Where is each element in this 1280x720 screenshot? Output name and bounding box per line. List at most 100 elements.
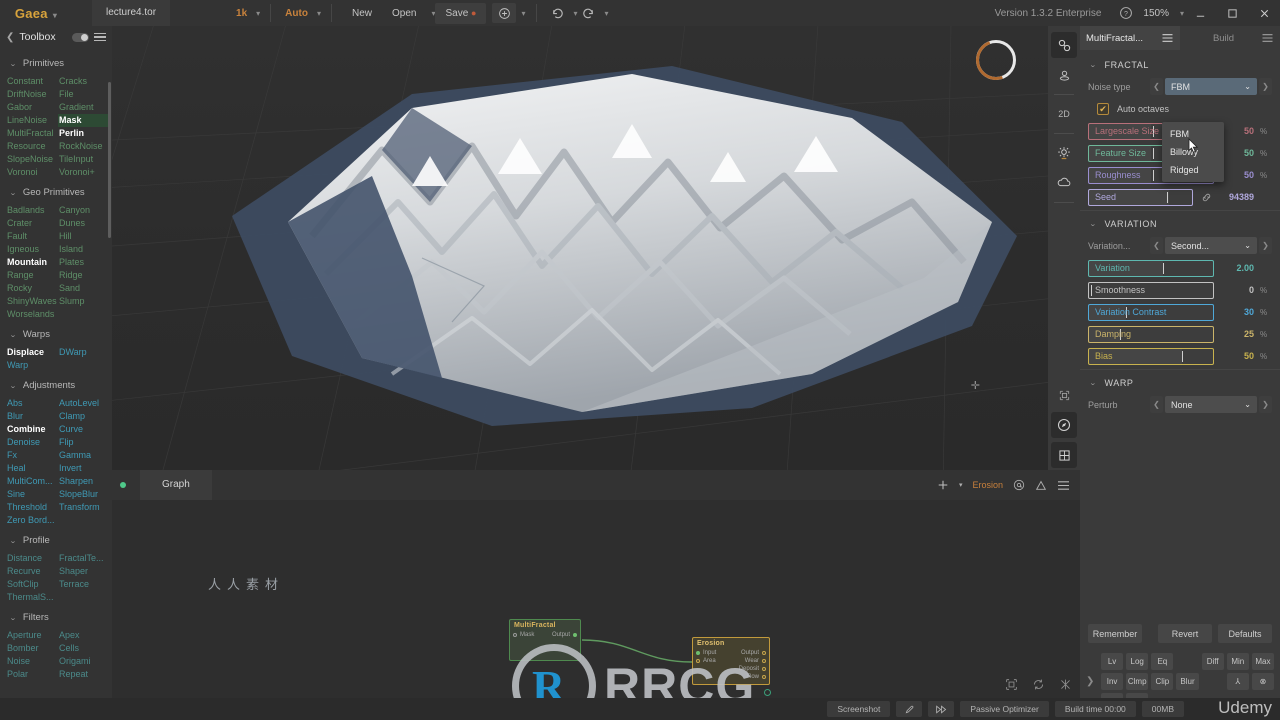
slider-variation-contrast[interactable]: Variation Contrast — [1088, 303, 1214, 321]
prev-value-button[interactable]: ❮ — [1150, 237, 1163, 254]
refresh-button[interactable] — [1032, 678, 1045, 694]
toolbox-group-profile[interactable]: ⌄ Profile — [0, 529, 112, 552]
toolbox-item-shaper[interactable]: Shaper — [58, 565, 110, 578]
dropdown-option-billowy[interactable]: Billowy — [1162, 143, 1224, 161]
toolbox-item-displace[interactable]: Displace — [6, 346, 58, 359]
toolbox-item-slump[interactable]: Slump — [58, 295, 110, 308]
slider-value[interactable]: 94389 — [1220, 192, 1254, 202]
section-header-fractal[interactable]: ⌄ FRACTAL — [1080, 54, 1280, 75]
op-button-diff[interactable]: Diff — [1201, 653, 1224, 670]
toolbox-item-bomber[interactable]: Bomber — [6, 642, 58, 655]
toolbox-item-slopeblur[interactable]: SlopeBlur — [58, 488, 110, 501]
graph-canvas[interactable]: MultiFractal Mask Output Erosion Input O… — [112, 500, 1080, 700]
toolbox-item-perlin[interactable]: Perlin — [58, 127, 110, 140]
viewport-orientation-widget[interactable] — [969, 33, 1023, 87]
toolbox-item-canyon[interactable]: Canyon — [58, 204, 110, 217]
toolbox-item-mountain[interactable]: Mountain — [6, 256, 58, 269]
op-button-blur[interactable]: Blur — [1176, 673, 1199, 690]
toolbox-item-threshold[interactable]: Threshold — [6, 501, 58, 514]
chevron-down-icon[interactable]: ⌄ — [1244, 241, 1251, 250]
toolbox-item-invert[interactable]: Invert — [58, 462, 110, 475]
toolbox-item-origami[interactable]: Origami — [58, 655, 110, 668]
resolution-value[interactable]: 1k — [232, 8, 251, 19]
toolbox-item-badlands[interactable]: Badlands — [6, 204, 58, 217]
slider-damping[interactable]: Damping — [1088, 325, 1214, 343]
toolbox-group-geo-primitives[interactable]: ⌄ Geo Primitives — [0, 181, 112, 204]
chevron-down-icon[interactable]: ▾ — [53, 11, 57, 20]
revert-button[interactable]: Revert — [1158, 624, 1212, 643]
op-button-[interactable]: ⅄ — [1226, 673, 1249, 690]
redo-chevron-down-icon[interactable]: ▾ — [605, 9, 609, 18]
next-value-button[interactable]: ❯ — [1259, 396, 1272, 413]
tab-multifractal-properties[interactable]: MultiFractal... — [1080, 26, 1180, 50]
toolbox-item-sand[interactable]: Sand — [58, 282, 110, 295]
close-button[interactable] — [1248, 0, 1280, 26]
slider-seed[interactable]: Seed — [1088, 188, 1193, 206]
property-row-auto-octaves[interactable]: ✔ Auto octaves — [1080, 98, 1280, 120]
properties-content[interactable]: ⌄ FRACTAL Noise type ❮ FBM ⌄ ❯ FBM Billowy Ridged… — [1080, 50, 1280, 618]
toolbox-item-zero-bord[interactable]: Zero Bord... — [6, 514, 58, 527]
chevron-down-icon[interactable]: ⌄ — [1089, 220, 1097, 228]
section-header-variation[interactable]: ⌄ VARIATION — [1080, 213, 1280, 234]
auto-mode-value[interactable]: Auto — [281, 8, 312, 19]
chevron-down-icon[interactable]: ⌄ — [1244, 82, 1251, 91]
toolbox-item-transform[interactable]: Transform — [58, 501, 110, 514]
toolbox-item-file[interactable]: File — [58, 88, 110, 101]
fast-forward-button[interactable] — [928, 701, 955, 717]
toolbox-item-resource[interactable]: Resource — [6, 140, 58, 153]
toolbox-item-sharpen[interactable]: Sharpen — [58, 475, 110, 488]
screenshot-button[interactable]: Screenshot — [827, 701, 891, 717]
toolbox-item-aperture[interactable]: Aperture — [6, 629, 58, 642]
chevron-down-icon[interactable]: ⌄ — [1244, 400, 1251, 409]
toolbox-item-curve[interactable]: Curve — [58, 423, 110, 436]
chevron-down-icon[interactable]: ⌄ — [9, 614, 17, 622]
toolbox-item-fx[interactable]: Fx — [6, 449, 58, 462]
toolbox-item-voronoi[interactable]: Voronoi — [6, 166, 58, 179]
toolbox-item-rocky[interactable]: Rocky — [6, 282, 58, 295]
rail-item-crop-frame[interactable] — [1051, 382, 1077, 408]
toolbox-groups[interactable]: ⌄ Primitives Constant Cracks DriftNoise File G… — [0, 48, 112, 720]
new-button[interactable]: New — [342, 3, 382, 24]
toolbox-item-terrace[interactable]: Terrace — [58, 578, 110, 591]
toolbox-item-repeat[interactable]: Repeat — [58, 668, 110, 681]
collapse-panel-icon[interactable]: ❮ — [6, 32, 14, 43]
toolbox-item-warp[interactable]: Warp — [6, 359, 58, 372]
op-button-eq[interactable]: Eq — [1151, 653, 1174, 670]
at-icon-button[interactable] — [1013, 479, 1025, 491]
toolbox-item-dwarp[interactable]: DWarp — [58, 346, 110, 359]
toolbox-item-linenoise[interactable]: LineNoise — [6, 114, 58, 127]
toolbox-item-rocknoise[interactable]: RockNoise — [58, 140, 110, 153]
save-as-button[interactable] — [492, 3, 517, 23]
chevron-down-icon[interactable]: ⌄ — [1089, 379, 1097, 387]
toolbox-item-driftnoise[interactable]: DriftNoise — [6, 88, 58, 101]
save-button[interactable]: Save ● — [435, 2, 487, 24]
resolution-chevron-down-icon[interactable]: ▾ — [256, 9, 260, 18]
toolbox-item-abs[interactable]: Abs — [6, 397, 58, 410]
toolbox-group-warps[interactable]: ⌄ Warps — [0, 323, 112, 346]
toolbox-scrollbar[interactable] — [108, 82, 111, 238]
toolbox-item-heal[interactable]: Heal — [6, 462, 58, 475]
toolbox-group-primitives[interactable]: ⌄ Primitives — [0, 52, 112, 75]
toolbox-item-ridge[interactable]: Ridge — [58, 269, 110, 282]
toolbox-item-denoise[interactable]: Denoise — [6, 436, 58, 449]
frame-selection-button[interactable] — [1005, 678, 1018, 694]
toolbox-item-gabor[interactable]: Gabor — [6, 101, 58, 114]
toolbox-toggle[interactable] — [72, 32, 89, 42]
toolbox-item-blur[interactable]: Blur — [6, 410, 58, 423]
next-value-button[interactable]: ❯ — [1259, 237, 1272, 254]
toolbox-item-apex[interactable]: Apex — [58, 629, 110, 642]
toolbox-item-clamp[interactable]: Clamp — [58, 410, 110, 423]
toolbox-item-hill[interactable]: Hill — [58, 230, 110, 243]
op-button-log[interactable]: Log — [1126, 653, 1149, 670]
add-node-chevron-down-icon[interactable]: ▾ — [959, 481, 963, 489]
undo-button[interactable] — [547, 3, 569, 23]
dropdown-noise-type[interactable]: FBM ⌄ — [1165, 78, 1257, 95]
toolbox-item-igneous[interactable]: Igneous — [6, 243, 58, 256]
op-button-clmp[interactable]: Clmp — [1126, 673, 1149, 690]
expand-operations-icon[interactable]: ❯ — [1086, 676, 1096, 687]
maximize-button[interactable] — [1216, 0, 1248, 26]
toolbox-item-thermals[interactable]: ThermalS... — [6, 591, 58, 604]
add-node-button[interactable] — [937, 479, 949, 491]
slider-value[interactable]: 50 — [1220, 351, 1254, 361]
slider-value[interactable]: 50 — [1220, 126, 1254, 136]
